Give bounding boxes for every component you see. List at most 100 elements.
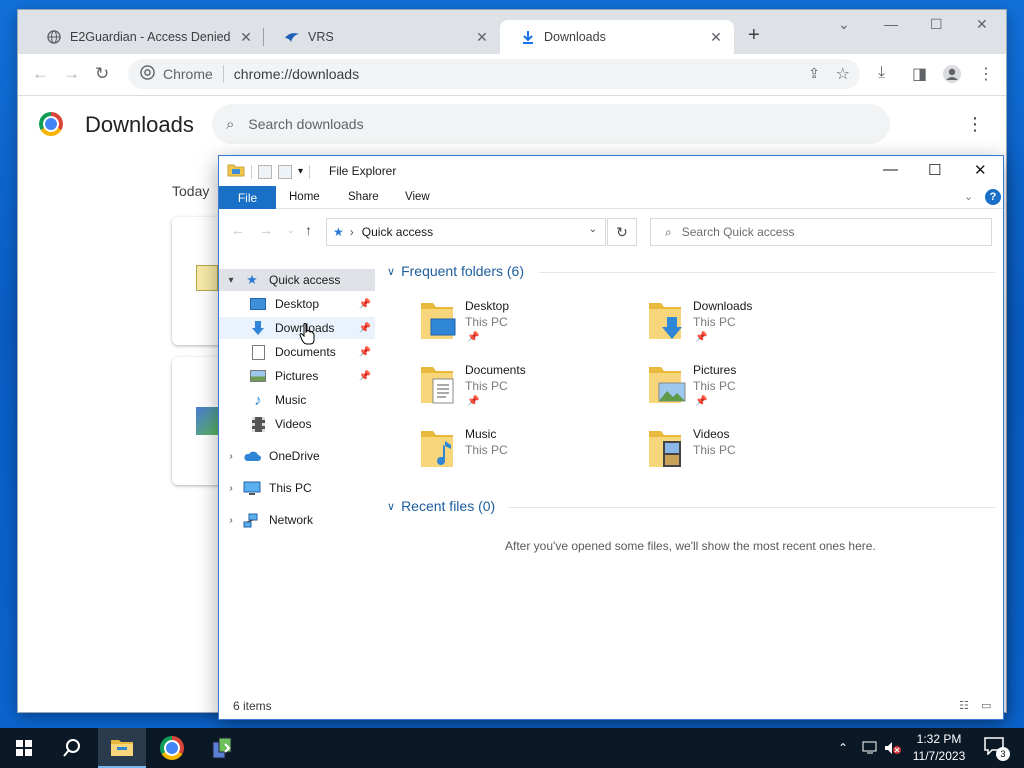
close-window-button[interactable]: ✕ — [976, 16, 988, 33]
maximize-button[interactable]: ☐ — [930, 16, 943, 33]
tab-label: Downloads — [544, 30, 606, 44]
nav-item-documents[interactable]: Documents 📌 — [219, 341, 375, 363]
ribbon-share-tab[interactable]: Share — [348, 191, 379, 203]
tab-downloads[interactable]: Downloads ✕ — [500, 20, 734, 54]
expand-chevron-icon[interactable]: › — [219, 451, 243, 462]
expand-chevron-icon[interactable]: › — [219, 483, 243, 494]
nav-item-videos[interactable]: Videos — [219, 413, 375, 435]
browser-toolbar: ← → ↻ Chrome chrome://downloads ⇪ ☆ ⤓ ◨ … — [18, 54, 1006, 96]
side-panel-icon[interactable]: ◨ — [912, 64, 927, 84]
quick-access-star-icon: ★ — [333, 225, 344, 239]
nav-label: OneDrive — [269, 449, 320, 463]
notification-count-badge: 3 — [996, 747, 1010, 761]
folder-tile-downloads[interactable]: Downloads This PC 📌 — [647, 299, 867, 359]
large-icons-view-icon[interactable]: ▭ — [981, 699, 991, 712]
back-button[interactable]: ← — [231, 222, 245, 238]
new-tab-button[interactable]: + — [748, 24, 760, 47]
close-tab-icon[interactable]: ✕ — [474, 29, 490, 46]
close-tab-icon[interactable]: ✕ — [708, 29, 724, 46]
notification-center-button[interactable]: 3 — [984, 737, 1010, 761]
pin-icon: 📌 — [358, 298, 371, 310]
ribbon-view-tab[interactable]: View — [405, 191, 430, 203]
details-view-icon[interactable]: ☷ — [959, 699, 969, 712]
group-divider — [539, 272, 995, 273]
refresh-button[interactable]: ↻ — [607, 218, 637, 246]
address-bar[interactable]: Chrome chrome://downloads ⇪ ☆ — [128, 59, 860, 89]
nav-label: Desktop — [275, 297, 320, 311]
folder-tile-pictures[interactable]: Pictures This PC 📌 — [647, 363, 867, 423]
omnibox-divider — [222, 65, 224, 83]
address-dropdown-icon[interactable]: ⌄ — [589, 224, 597, 235]
forward-button[interactable]: → — [259, 222, 273, 238]
recent-files-header[interactable]: ∨ Recent files (0) — [387, 498, 495, 514]
ribbon-tabs: File Home Share View ⌄ ? — [219, 186, 1003, 209]
ribbon-file-tab[interactable]: File — [219, 186, 276, 209]
nav-item-onedrive[interactable]: › OneDrive — [219, 445, 375, 467]
expand-chevron-icon[interactable]: › — [219, 515, 243, 526]
minimize-button[interactable]: — — [883, 161, 898, 178]
new-folder-icon[interactable] — [278, 164, 292, 179]
frequent-folders-header[interactable]: ∨ Frequent folders (6) — [387, 263, 524, 279]
volume-muted-icon[interactable] — [884, 728, 902, 768]
taskbar-file-explorer[interactable] — [98, 728, 146, 768]
download-icon — [520, 29, 536, 45]
browser-menu-icon[interactable]: ⋮ — [978, 64, 994, 84]
nav-item-network[interactable]: › Network — [219, 509, 375, 531]
nav-item-desktop[interactable]: Desktop 📌 — [219, 293, 375, 315]
network-status-icon[interactable] — [862, 728, 880, 768]
more-actions-icon[interactable]: ⋮ — [966, 114, 984, 135]
system-clock[interactable]: 1:32 PM 11/7/2023 — [904, 731, 974, 765]
explorer-search-input[interactable]: ⌕ Search Quick access — [650, 218, 992, 246]
search-button[interactable] — [48, 728, 96, 768]
tab-e2guardian[interactable]: E2Guardian - Access Denied ✕ — [26, 20, 264, 54]
navigation-pane: ▾ ★ Quick access Desktop 📌 Downloads 📌 D… — [219, 265, 375, 685]
clock-date: 11/7/2023 — [912, 749, 966, 763]
nav-item-quick-access[interactable]: ▾ ★ Quick access — [219, 269, 375, 291]
omnibox-origin: Chrome — [163, 66, 213, 82]
start-button[interactable] — [0, 728, 48, 768]
close-tab-icon[interactable]: ✕ — [238, 29, 254, 46]
folder-name: Videos — [693, 427, 730, 441]
qat-separator — [309, 164, 311, 179]
recent-locations-icon[interactable]: ⌄ — [287, 225, 295, 236]
tab-label: VRS — [308, 30, 334, 44]
tab-vrs[interactable]: VRS ✕ — [264, 20, 500, 54]
back-button[interactable]: ← — [32, 64, 49, 84]
chrome-icon — [140, 65, 155, 83]
close-window-button[interactable]: ✕ — [974, 161, 987, 179]
nav-item-music[interactable]: ♪ Music — [219, 389, 375, 411]
nav-label: This PC — [269, 481, 312, 495]
reload-button[interactable]: ↻ — [95, 64, 109, 84]
minimize-button[interactable]: — — [884, 16, 898, 32]
folder-tile-desktop[interactable]: Desktop This PC 📌 — [419, 299, 639, 359]
collapse-chevron-icon[interactable]: ▾ — [219, 275, 243, 286]
folder-tile-music[interactable]: Music This PC — [419, 427, 639, 487]
expand-ribbon-icon[interactable]: ⌄ — [964, 190, 973, 203]
qat-dropdown-icon[interactable]: ▾ — [298, 166, 303, 177]
show-hidden-icons[interactable]: ⌃ — [838, 728, 848, 768]
nav-item-pictures[interactable]: Pictures 📌 — [219, 365, 375, 387]
up-one-level-button[interactable]: ↑ — [305, 222, 312, 238]
downloads-toolbar-icon[interactable]: ⤓ — [878, 64, 885, 82]
nav-item-downloads[interactable]: Downloads 📌 — [219, 317, 375, 339]
downloads-search-input[interactable]: ⌕ Search downloads — [212, 104, 890, 144]
nav-label: Network — [269, 513, 314, 527]
forward-button[interactable]: → — [63, 64, 80, 84]
folder-tile-documents[interactable]: Documents This PC 📌 — [419, 363, 639, 423]
maximize-button[interactable]: ☐ — [928, 161, 941, 179]
properties-icon[interactable] — [258, 164, 272, 179]
profile-avatar-icon[interactable] — [942, 64, 962, 89]
explorer-address-bar[interactable]: ★ › Quick access ⌄ — [326, 218, 606, 246]
folder-tile-videos[interactable]: Videos This PC — [647, 427, 867, 487]
folder-name: Documents — [465, 363, 526, 377]
ribbon-home-tab[interactable]: Home — [289, 191, 320, 203]
share-icon[interactable]: ⇪ — [808, 65, 820, 82]
bookmark-star-icon[interactable]: ☆ — [836, 64, 850, 84]
tab-search-icon[interactable]: ⌄ — [838, 16, 850, 33]
folder-name: Desktop — [465, 299, 510, 313]
nav-label: Videos — [275, 417, 312, 431]
nav-item-this-pc[interactable]: › This PC — [219, 477, 375, 499]
taskbar-chrome[interactable] — [148, 728, 196, 768]
help-icon[interactable]: ? — [985, 189, 1001, 205]
taskbar-installer-app[interactable] — [198, 728, 246, 768]
